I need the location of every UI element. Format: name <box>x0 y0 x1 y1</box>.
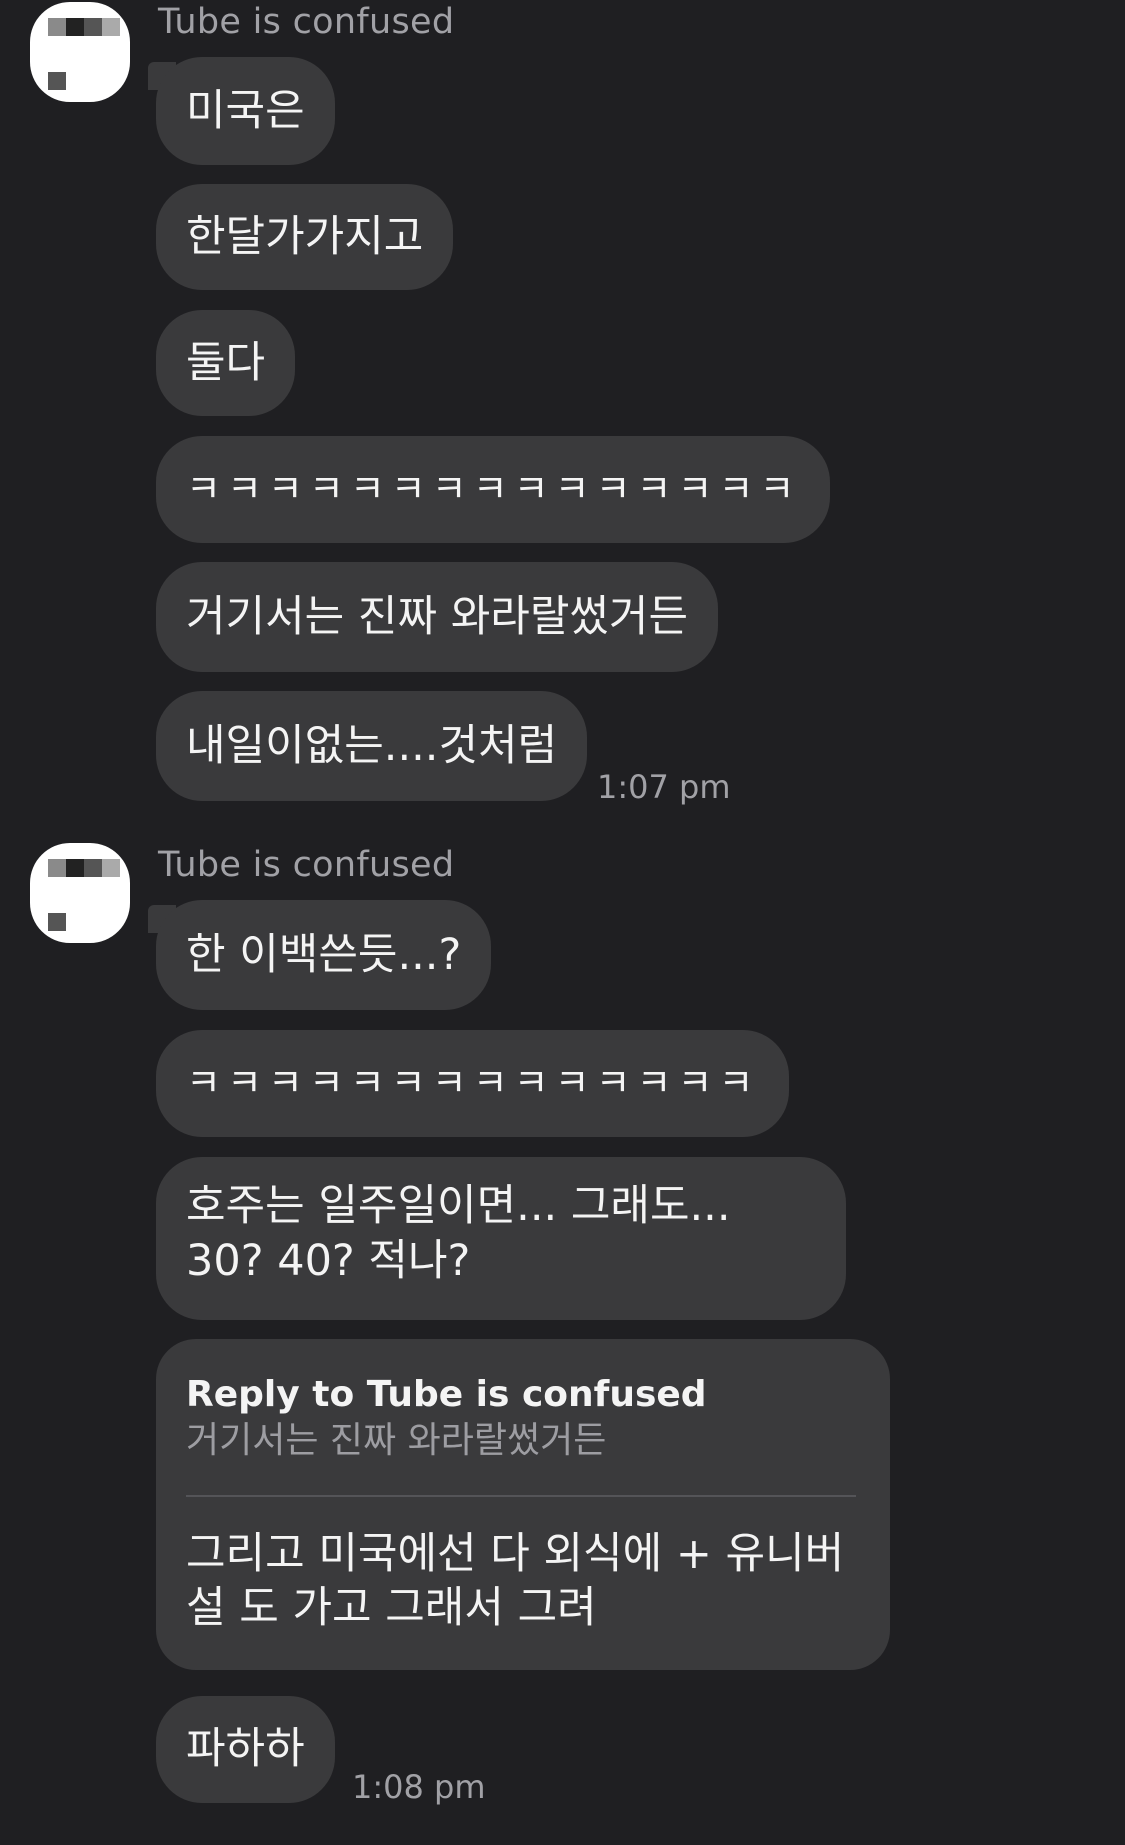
message-text: 거기서는 진짜 와라랄썼거든 <box>186 591 689 642</box>
message-text: 둘다 <box>186 337 266 388</box>
message-text: ㅋㅋㅋㅋㅋㅋㅋㅋㅋㅋㅋㅋㅋㅋ <box>186 1061 760 1105</box>
avatar[interactable] <box>30 2 130 102</box>
avatar-pixel <box>66 859 84 877</box>
message-bubble[interactable]: 내일이없는....것처럼 <box>156 691 588 801</box>
message-bubble[interactable]: 파하하 <box>156 1696 335 1803</box>
message-bubble[interactable]: 한달가가지고 <box>156 184 454 290</box>
message-bubble[interactable]: 미국은 <box>156 57 335 165</box>
message-bubble[interactable]: 한 이백쓴듯...? <box>156 900 492 1010</box>
avatar-pixel <box>84 859 102 877</box>
message-text: 한달가가지고 <box>186 211 424 262</box>
message-text: 파하하 <box>186 1724 305 1774</box>
message-text: 호주는 일주일이면... 그래도... 30? 40? 적나? <box>186 1181 731 1286</box>
message-bubble[interactable]: 호주는 일주일이면... 그래도... 30? 40? 적나? <box>156 1157 846 1320</box>
message-timestamp: 1:08 pm <box>352 1768 486 1806</box>
avatar-pixel <box>48 72 66 90</box>
message-text: ㅋㅋㅋㅋㅋㅋㅋㅋㅋㅋㅋㅋㅋㅋㅋ <box>186 467 801 511</box>
avatar-pixel <box>48 913 66 931</box>
message-bubble[interactable]: 둘다 <box>156 310 296 416</box>
avatar-pixel <box>48 18 66 36</box>
message-bubble[interactable]: ㅋㅋㅋㅋㅋㅋㅋㅋㅋㅋㅋㅋㅋㅋ <box>156 1030 790 1137</box>
avatar-pixel <box>66 18 84 36</box>
reply-title: Reply to Tube is confused <box>186 1374 707 1415</box>
avatar-pixel <box>48 859 66 877</box>
sender-name: Tube is confused <box>158 2 455 42</box>
message-text: 미국은 <box>186 85 305 136</box>
message-text: 내일이없는....것처럼 <box>186 720 558 771</box>
reply-message-bubble[interactable]: Reply to Tube is confused 거기서는 진짜 와라랄썼거든… <box>156 1339 890 1670</box>
message-text: 그리고 미국에선 다 외식에 + 유니버설 도 가고 그래서 그려 <box>186 1529 845 1633</box>
message-timestamp: 1:07 pm <box>597 768 731 806</box>
sender-name: Tube is confused <box>158 845 455 885</box>
reply-quote[interactable]: 거기서는 진짜 와라랄썼거든 <box>186 1417 860 1465</box>
avatar-pixel <box>84 18 102 36</box>
message-bubble[interactable]: ㅋㅋㅋㅋㅋㅋㅋㅋㅋㅋㅋㅋㅋㅋㅋ <box>156 436 831 543</box>
reply-divider <box>186 1495 856 1497</box>
message-text: 한 이백쓴듯...? <box>186 929 462 980</box>
avatar-pixel <box>102 859 120 877</box>
message-bubble[interactable]: 거기서는 진짜 와라랄썼거든 <box>156 562 719 672</box>
avatar-pixel <box>102 18 120 36</box>
avatar[interactable] <box>30 843 130 943</box>
